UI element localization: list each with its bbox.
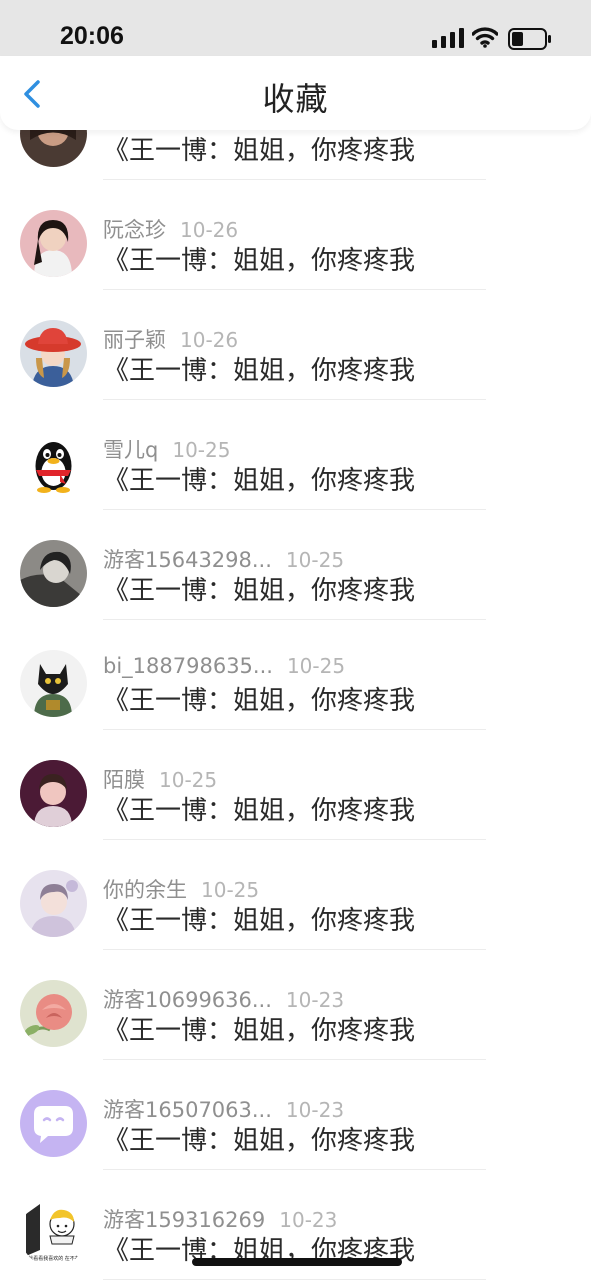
message-text: 《王一博：姐姐，你疼疼我 [103, 906, 416, 936]
avatar [20, 320, 87, 387]
item-date: 10-23 [285, 1098, 345, 1122]
list-item[interactable]: 游客16507063... 10-23 《王一博：姐姐，你疼疼我 [0, 1060, 591, 1170]
item-date: 10-26 [180, 218, 239, 242]
author-name[interactable]: 游客159316269 [103, 1208, 265, 1232]
portrait-bw-image [20, 540, 87, 607]
author-name[interactable]: 你的余生 [103, 878, 187, 902]
message-text: 《王一博：姐姐，你疼疼我 [103, 246, 416, 276]
message-text: 《王一博：姐姐，你疼疼我 [103, 686, 416, 716]
nav-header: 收藏 [0, 56, 591, 130]
status-bar: 20:06 [0, 0, 591, 56]
list-item[interactable]: 陌膜 10-25 《王一博：姐姐，你疼疼我 [0, 730, 591, 840]
chat-bubble-icon [20, 1090, 87, 1157]
svg-text:就看看我喜欢的 在不在: 就看看我喜欢的 在不在 [28, 1255, 80, 1262]
portrait-pink-image [20, 760, 87, 827]
item-date: 10-23 [279, 1208, 338, 1232]
portrait-red-hat-image [20, 320, 87, 387]
message-text: 《王一博：姐姐，你疼疼我 [103, 1126, 416, 1156]
portrait-girl-image [20, 210, 87, 277]
list-item[interactable]: 阮念珍 10-26 《王一博：姐姐，你疼疼我 [0, 180, 591, 290]
phone-screen: 20:06 《王一博：姐姐，你疼疼我 阮念珍 10-26 《王一博：姐姐，你疼疼… [0, 0, 591, 1280]
list-item[interactable]: 雪儿q 10-25 《王一博：姐姐，你疼疼我 [0, 400, 591, 510]
author-name[interactable]: 游客10699636... [103, 988, 272, 1012]
list-item[interactable]: 游客15643298... 10-25 《王一博：姐姐，你疼疼我 [0, 510, 591, 620]
author-name[interactable]: bi_188798635... [103, 654, 273, 678]
author-name[interactable]: 丽子颖 [103, 328, 166, 352]
author-name[interactable]: 游客15643298... [103, 548, 272, 572]
avatar [20, 650, 87, 717]
page-title: 收藏 [262, 80, 329, 118]
avatar [20, 870, 87, 937]
avatar [20, 540, 87, 607]
avatar [20, 1090, 87, 1157]
message-text: 《王一博：姐姐，你疼疼我 [103, 576, 416, 606]
home-indicator[interactable] [192, 1258, 402, 1266]
portrait-light-image [20, 870, 87, 937]
item-date: 10-25 [286, 654, 346, 678]
list-item[interactable]: 游客10699636... 10-23 《王一博：姐姐，你疼疼我 [0, 950, 591, 1060]
list-item[interactable]: 你的余生 10-25 《王一博：姐姐，你疼疼我 [0, 840, 591, 950]
author-name[interactable]: 游客16507063... [103, 1098, 272, 1122]
avatar [20, 980, 87, 1047]
author-name[interactable]: 陌膜 [103, 768, 145, 792]
sticker-caption: 就看看我喜欢的 在不在 [28, 1255, 80, 1262]
item-date: 10-26 [180, 328, 239, 352]
message-text: 《王一博：姐姐，你疼疼我 [103, 796, 416, 826]
avatar [20, 760, 87, 827]
item-date: 10-23 [285, 988, 345, 1012]
favorites-list: 《王一博：姐姐，你疼疼我 阮念珍 10-26 《王一博：姐姐，你疼疼我 丽子颖 … [0, 70, 591, 1280]
author-name[interactable]: 阮念珍 [103, 218, 166, 242]
author-name[interactable]: 雪儿q [103, 438, 158, 462]
list-item[interactable]: bi_188798635... 10-25 《王一博：姐姐，你疼疼我 [0, 620, 591, 730]
message-text: 《王一博：姐姐，你疼疼我 [103, 136, 416, 166]
wifi-icon [472, 27, 498, 48]
battery-icon [508, 28, 551, 50]
qq-penguin-icon [20, 430, 87, 497]
item-meta: bi_188798635... 10-25 [103, 654, 345, 678]
item-date: 10-25 [201, 878, 260, 902]
message-text: 《王一博：姐姐，你疼疼我 [103, 466, 416, 496]
signal-icon [432, 28, 464, 48]
rose-image [20, 980, 87, 1047]
avatar [20, 210, 87, 277]
item-date: 10-25 [172, 438, 231, 462]
cat-figure-image [20, 650, 87, 717]
status-time: 20:06 [60, 22, 124, 50]
message-text: 《王一博：姐姐，你疼疼我 [103, 1016, 416, 1046]
avatar: 就看看我喜欢的 在不在 [20, 1200, 87, 1267]
message-text: 《王一博：姐姐，你疼疼我 [103, 356, 416, 386]
list-item[interactable]: 丽子颖 10-26 《王一博：姐姐，你疼疼我 [0, 290, 591, 400]
avatar [20, 430, 87, 497]
item-date: 10-25 [159, 768, 218, 792]
item-date: 10-25 [285, 548, 345, 572]
